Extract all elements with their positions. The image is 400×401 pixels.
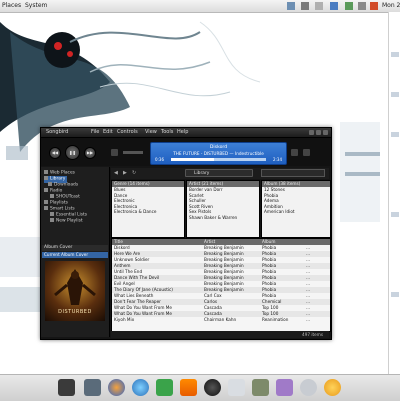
terminal-icon[interactable] (58, 379, 75, 396)
mail-icon[interactable] (345, 2, 353, 10)
battery-icon[interactable] (358, 2, 366, 10)
table-row[interactable]: Kiyoh Mix Chairman Kahn Reanimation... (112, 317, 330, 323)
menu-view[interactable]: View (145, 129, 157, 136)
maximize-button[interactable] (316, 130, 321, 135)
artist-pane[interactable]: Artist (21 items) Border van Dorr Scarle… (186, 180, 260, 238)
seek-bar[interactable] (171, 158, 266, 161)
status-text: 497 items (302, 332, 323, 337)
album-pane[interactable]: Album (38 items) 12 Stones Phobia Adema … (261, 180, 331, 238)
update-icon[interactable] (330, 2, 338, 10)
menu-help[interactable]: Help (177, 129, 188, 136)
volume-slider[interactable] (123, 151, 143, 154)
menu-tools[interactable]: Tools (161, 129, 173, 136)
window-edge-block (391, 212, 399, 217)
status-bar: 497 items (111, 331, 329, 338)
menu-file[interactable]: File (91, 129, 99, 136)
back-arrow-icon[interactable]: ◀ (114, 170, 119, 176)
background-window-edge (388, 12, 400, 374)
window-edge-block (391, 92, 399, 97)
radio-icon (44, 188, 48, 192)
genre-pane[interactable]: Genre (14 items) Blues Dance Electronic … (111, 180, 185, 238)
menu-controls[interactable]: Controls (117, 129, 138, 136)
refresh-icon[interactable]: ↻ (132, 170, 137, 176)
window-edge-block (391, 52, 399, 57)
sidebar-item-new-playlist[interactable]: New Playlist (50, 218, 83, 225)
weather-icon[interactable] (324, 379, 341, 396)
repeat-icon[interactable] (291, 149, 298, 156)
keyboard-icon[interactable] (315, 2, 323, 10)
pidgin-icon[interactable] (276, 379, 293, 396)
window-titlebar[interactable]: Songbird File Edit Controls View Tools H… (41, 128, 331, 138)
now-playing-display: Diskord THE FUTURE - DISTURBED — Indestr… (150, 142, 287, 165)
places-menu[interactable]: Places (2, 0, 21, 12)
gimp-icon[interactable] (252, 379, 269, 396)
files-icon[interactable] (84, 379, 101, 396)
folder-icon (44, 170, 48, 174)
album-cover-text: DISTURBED (58, 309, 92, 315)
elapsed-time: 0:36 (155, 157, 164, 162)
menu-edit[interactable]: Edit (103, 129, 113, 136)
bottom-dock (0, 374, 400, 401)
document-icon[interactable] (228, 379, 245, 396)
app-title: Songbird (46, 129, 69, 135)
album-cover-image: DISTURBED (45, 261, 105, 321)
total-time: 2:34 (273, 157, 282, 162)
volume-icon[interactable] (301, 2, 309, 10)
power-icon[interactable] (370, 2, 378, 10)
now-playing-title: Diskord (209, 145, 228, 150)
pause-button[interactable]: ❚❚ (65, 145, 80, 160)
filter-bar: ◀ ▶ ↻ Library (111, 168, 329, 179)
list-item[interactable]: Electronica & Dance (112, 209, 184, 215)
seek-bar-fill (171, 158, 214, 161)
previous-button[interactable]: ◀◀ (49, 147, 61, 159)
next-button[interactable]: ▶▶ (84, 147, 96, 159)
browser-icon[interactable] (132, 379, 149, 396)
library-selector[interactable]: Library (185, 169, 253, 177)
service-pane: Web Places Library Downloads Radio SHOUT… (41, 167, 110, 337)
track-artist: Chairman Kahn (204, 317, 237, 322)
window-controls (307, 130, 328, 137)
add-playlist-icon (50, 218, 54, 222)
album-cover-header[interactable]: Album Cover (42, 245, 108, 251)
track-album: Reanimation (262, 317, 289, 322)
album-cover-selector[interactable]: Current Album Cover (42, 252, 108, 258)
system-menu[interactable]: System (25, 0, 47, 12)
list-item[interactable]: American Idiot (262, 209, 330, 215)
network-icon[interactable] (287, 2, 295, 10)
download-icon (48, 182, 52, 186)
forward-arrow-icon[interactable]: ▶ (123, 170, 128, 176)
minimize-button[interactable] (309, 130, 314, 135)
track-extra: ... (306, 317, 310, 322)
window-edge-block (391, 292, 399, 297)
clock[interactable]: Mon 2 (382, 0, 400, 12)
vlc-icon[interactable] (180, 379, 197, 396)
close-button[interactable] (323, 130, 328, 135)
track-title: Kiyoh Mix (114, 317, 135, 322)
shoutcast-icon (50, 194, 54, 198)
library-icon (44, 176, 48, 180)
playlist-icon (50, 212, 54, 216)
firefox-icon[interactable] (108, 379, 125, 396)
songbird-window[interactable]: Songbird File Edit Controls View Tools H… (40, 127, 332, 340)
now-playing-subtitle: THE FUTURE - DISTURBED — Indestructible (173, 151, 264, 156)
player-toolbar: ◀◀ ❚❚ ▶▶ Diskord THE FUTURE - DISTURBED … (41, 138, 331, 166)
search-input[interactable] (261, 169, 325, 177)
list-item[interactable]: Shawn Baker & Warren (187, 215, 259, 221)
mute-icon[interactable] (111, 149, 118, 156)
track-rows: Diskord Breaking Benjamin Phobia... Here We… (112, 245, 330, 323)
top-panel: Places System Mon 2 (0, 0, 400, 13)
track-list[interactable]: Title Artist Album Diskord Breaking Benja… (111, 238, 331, 332)
disc-icon[interactable] (300, 379, 317, 396)
playlist-icon (44, 200, 48, 204)
window-edge-block (391, 132, 399, 137)
music-player-icon[interactable] (204, 379, 221, 396)
chat-icon[interactable] (156, 379, 173, 396)
smart-playlist-icon (44, 206, 48, 210)
shuffle-icon[interactable] (303, 149, 310, 156)
